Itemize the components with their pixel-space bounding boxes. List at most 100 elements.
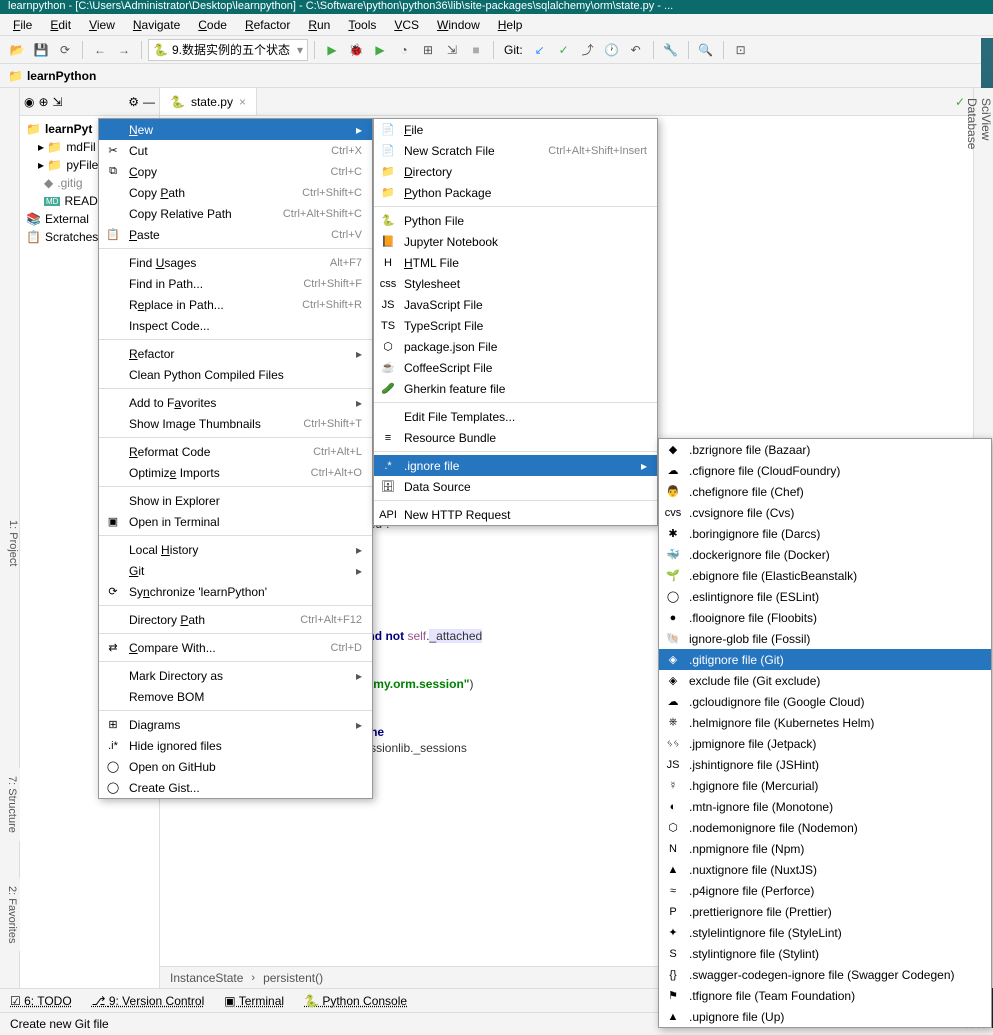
- menu-item[interactable]: .i*Hide ignored files: [99, 735, 372, 756]
- menu-item[interactable]: cssStylesheet: [374, 273, 657, 294]
- menu-item[interactable]: ⧉CopyCtrl+C: [99, 161, 372, 182]
- ide-scripting-icon[interactable]: ⊡: [730, 39, 752, 61]
- menu-item[interactable]: ☁.cfignore file (CloudFoundry): [659, 460, 991, 481]
- menu-window[interactable]: Window: [428, 16, 489, 34]
- nav-project-name[interactable]: learnPython: [27, 69, 96, 83]
- favorites-tab[interactable]: 2: Favorites: [0, 878, 20, 951]
- menu-item[interactable]: ⚑.tfignore file (Team Foundation): [659, 985, 991, 1006]
- debug-icon[interactable]: 🐞: [345, 39, 367, 61]
- menu-item[interactable]: N.npmignore file (Npm): [659, 838, 991, 859]
- scope-icon[interactable]: ◉: [24, 95, 34, 109]
- coverage-icon[interactable]: ▶: [369, 39, 391, 61]
- menu-item[interactable]: APINew HTTP Request: [374, 504, 657, 525]
- menu-item[interactable]: 📁Python Package: [374, 182, 657, 203]
- menu-item[interactable]: Find in Path...Ctrl+Shift+F: [99, 273, 372, 294]
- menu-item[interactable]: Show Image ThumbnailsCtrl+Shift+T: [99, 413, 372, 434]
- menu-item[interactable]: 📙Jupyter Notebook: [374, 231, 657, 252]
- menu-item[interactable]: 🗄Data Source: [374, 476, 657, 497]
- menu-navigate[interactable]: Navigate: [124, 16, 189, 34]
- menu-code[interactable]: Code: [189, 16, 236, 34]
- collapse-icon[interactable]: ⇲: [53, 95, 63, 109]
- menu-item[interactable]: ⬡.nodemonignore file (Nodemon): [659, 817, 991, 838]
- menu-item[interactable]: ◈.gitignore file (Git): [659, 649, 991, 670]
- pyconsole-tool[interactable]: 🐍 Python Console: [304, 994, 407, 1008]
- git-update-icon[interactable]: ↙: [529, 39, 551, 61]
- menu-item[interactable]: ▲.nuxtignore file (NuxtJS): [659, 859, 991, 880]
- menu-item[interactable]: JSJavaScript File: [374, 294, 657, 315]
- search-icon[interactable]: 🔍: [695, 39, 717, 61]
- menu-item[interactable]: Optimize ImportsCtrl+Alt+O: [99, 462, 372, 483]
- forward-icon[interactable]: →: [113, 39, 135, 61]
- menu-tools[interactable]: Tools: [339, 16, 385, 34]
- menu-item[interactable]: Show in Explorer: [99, 490, 372, 511]
- menu-file[interactable]: File: [4, 16, 41, 34]
- vcs-tool[interactable]: ⎇ 9: Version Control: [92, 994, 205, 1008]
- menu-item[interactable]: 🐍Python File: [374, 210, 657, 231]
- menu-item[interactable]: HHTML File: [374, 252, 657, 273]
- menu-item[interactable]: ☿.hgignore file (Mercurial): [659, 775, 991, 796]
- tab-state-py[interactable]: 🐍 state.py ×: [160, 88, 257, 115]
- attach-icon[interactable]: ⇲: [441, 39, 463, 61]
- menu-item[interactable]: ᛃᛃ.jpmignore file (Jetpack): [659, 733, 991, 754]
- menu-item[interactable]: 📋PasteCtrl+V: [99, 224, 372, 245]
- menu-vcs[interactable]: VCS: [385, 16, 428, 34]
- terminal-tool[interactable]: ▣ Terminal: [224, 994, 284, 1008]
- menu-item[interactable]: Inspect Code...: [99, 315, 372, 336]
- menu-item[interactable]: ◯Create Gist...: [99, 777, 372, 798]
- close-icon[interactable]: ×: [239, 95, 246, 109]
- settings-icon[interactable]: 🔧: [660, 39, 682, 61]
- menu-item[interactable]: Refactor▸: [99, 343, 372, 364]
- menu-item[interactable]: ⟳Synchronize 'learnPython': [99, 581, 372, 602]
- menu-item[interactable]: 🐳.dockerignore file (Docker): [659, 544, 991, 565]
- menu-item[interactable]: TSTypeScript File: [374, 315, 657, 336]
- menu-item[interactable]: 🐚ignore-glob file (Fossil): [659, 628, 991, 649]
- menu-run[interactable]: Run: [299, 16, 339, 34]
- menu-item[interactable]: Clean Python Compiled Files: [99, 364, 372, 385]
- run-icon[interactable]: ▶: [321, 39, 343, 61]
- menu-item[interactable]: ◯Open on GitHub: [99, 756, 372, 777]
- hide-icon[interactable]: —: [143, 95, 155, 109]
- menu-item[interactable]: ✱.boringignore file (Darcs): [659, 523, 991, 544]
- menu-item[interactable]: ☁.gcloudignore file (Google Cloud): [659, 691, 991, 712]
- menu-item[interactable]: 📁Directory: [374, 161, 657, 182]
- menu-item[interactable]: ⎈.helmignore file (Kubernetes Helm): [659, 712, 991, 733]
- menu-item[interactable]: Git▸: [99, 560, 372, 581]
- menu-item[interactable]: Remove BOM: [99, 686, 372, 707]
- menu-item[interactable]: 🌱.ebignore file (ElasticBeanstalk): [659, 565, 991, 586]
- menu-item[interactable]: ▲.upignore file (Up): [659, 1006, 991, 1027]
- menu-edit[interactable]: Edit: [41, 16, 80, 34]
- menu-item[interactable]: ◯.eslintignore file (ESLint): [659, 586, 991, 607]
- menu-item[interactable]: {}.swagger-codegen-ignore file (Swagger …: [659, 964, 991, 985]
- menu-item[interactable]: ≡Resource Bundle: [374, 427, 657, 448]
- menu-refactor[interactable]: Refactor: [236, 16, 299, 34]
- menu-item[interactable]: ☕CoffeeScript File: [374, 357, 657, 378]
- run-config-selector[interactable]: 🐍 9.数据实例的五个状态 ▾: [148, 39, 308, 61]
- left-tool-gutter[interactable]: 1: Project: [0, 88, 20, 988]
- menu-item[interactable]: cvs.cvsignore file (Cvs): [659, 502, 991, 523]
- menu-item[interactable]: S.stylintignore file (Stylint): [659, 943, 991, 964]
- menu-item[interactable]: Mark Directory as▸: [99, 665, 372, 686]
- menu-view[interactable]: View: [80, 16, 124, 34]
- menu-item[interactable]: Copy Relative PathCtrl+Alt+Shift+C: [99, 203, 372, 224]
- menu-item[interactable]: Replace in Path...Ctrl+Shift+R: [99, 294, 372, 315]
- menu-item[interactable]: ⇄Compare With...Ctrl+D: [99, 637, 372, 658]
- concurrency-icon[interactable]: ⊞: [417, 39, 439, 61]
- menu-item[interactable]: ✂CutCtrl+X: [99, 140, 372, 161]
- menu-item[interactable]: P.prettierignore file (Prettier): [659, 901, 991, 922]
- menu-item[interactable]: .*.ignore file▸: [374, 455, 657, 476]
- menu-item[interactable]: 📄New Scratch FileCtrl+Alt+Shift+Insert: [374, 140, 657, 161]
- menu-item[interactable]: 🥒Gherkin feature file: [374, 378, 657, 399]
- menu-item[interactable]: Reformat CodeCtrl+Alt+L: [99, 441, 372, 462]
- menu-item[interactable]: ⬡package.json File: [374, 336, 657, 357]
- menu-item[interactable]: ≈.p4ignore file (Perforce): [659, 880, 991, 901]
- git-history-icon[interactable]: 🕐: [601, 39, 623, 61]
- menu-item[interactable]: 📄File: [374, 119, 657, 140]
- menu-item[interactable]: Find UsagesAlt+F7: [99, 252, 372, 273]
- menu-item[interactable]: Copy PathCtrl+Shift+C: [99, 182, 372, 203]
- back-icon[interactable]: ←: [89, 39, 111, 61]
- menu-item[interactable]: ▣Open in Terminal: [99, 511, 372, 532]
- locate-icon[interactable]: ⊕: [38, 95, 48, 109]
- structure-tab[interactable]: 7: Structure: [0, 768, 20, 841]
- git-commit-icon[interactable]: ✓: [553, 39, 575, 61]
- menu-item[interactable]: ◐.mtn-ignore file (Monotone): [659, 796, 991, 817]
